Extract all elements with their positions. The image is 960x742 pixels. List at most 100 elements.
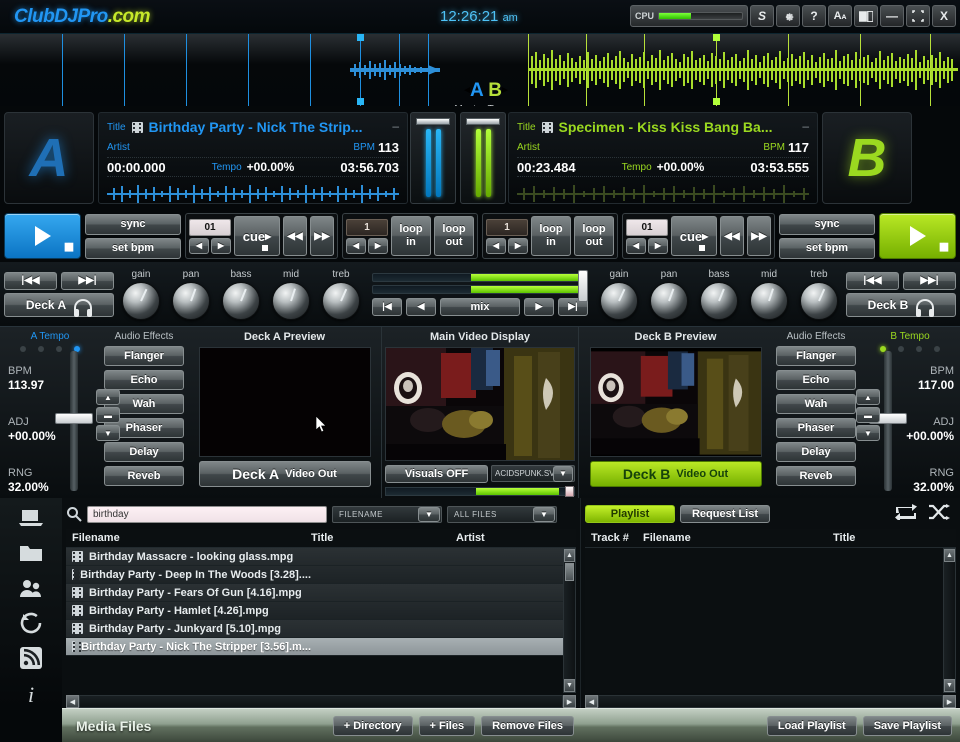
info-icon[interactable]: i	[16, 682, 46, 708]
deck-b-cue-button[interactable]: cue ▶	[671, 216, 717, 256]
deck-b-video-out-button[interactable]: Deck B Video Out	[589, 461, 762, 487]
minimize-button[interactable]: —	[880, 5, 904, 27]
tempo-right-arrow[interactable]: ▸	[502, 84, 508, 96]
playlist-horizontal-scrollbar[interactable]: ◀ ▶	[585, 695, 956, 708]
gain-knob[interactable]	[600, 281, 638, 320]
table-row-selected[interactable]: Birthday Party - Nick The Stripper [3.56…	[66, 638, 563, 656]
font-size-button[interactable]: Aᴀ	[828, 5, 852, 27]
effect-reveb-b[interactable]: Reveb	[776, 466, 856, 486]
bass-knob[interactable]	[222, 281, 260, 320]
loop-next-button[interactable]: ▶	[508, 237, 528, 254]
cue-prev-button[interactable]: ◀	[189, 237, 209, 254]
crossfade-full-a-button[interactable]: |◀	[372, 297, 402, 316]
deck-b-rewind-button[interactable]: ◀◀	[720, 216, 744, 256]
playlist-vertical-scrollbar[interactable]: ▲ ▼	[943, 548, 956, 693]
s-button[interactable]: S	[750, 5, 774, 27]
column-playlist-filename[interactable]: Filename	[643, 532, 833, 544]
maximize-button[interactable]	[906, 5, 930, 27]
master-tempo-b[interactable]: B	[488, 80, 502, 101]
loop-next-button[interactable]: ▶	[368, 237, 388, 254]
table-row[interactable]: Birthday Party - Hamlet [4.26].mpg	[66, 602, 563, 620]
loop-prev-button[interactable]: ◀	[346, 237, 366, 254]
waveform-overview[interactable]: ◂A B▸ Master Tempo A B	[0, 34, 960, 106]
mid-knob[interactable]	[272, 281, 310, 320]
pan-knob[interactable]	[172, 281, 210, 320]
video-crossfade-handle[interactable]	[565, 486, 574, 497]
effect-delay-b[interactable]: Delay	[776, 442, 856, 462]
files-vertical-scrollbar[interactable]: ▲ ▼	[563, 548, 576, 693]
deck-b-setbpm-button[interactable]: set bpm	[779, 237, 875, 259]
deck-b-next-track-button[interactable]: ▶▶|	[903, 271, 956, 290]
chevron-down-icon[interactable]: ▼	[533, 506, 555, 522]
effect-phaser-b[interactable]: Phaser	[776, 418, 856, 438]
scroll-left-button[interactable]: ◀	[585, 695, 598, 708]
tab-playlist[interactable]: Playlist	[585, 505, 675, 523]
shuffle-icon[interactable]	[928, 503, 950, 525]
effect-wah-b[interactable]: Wah	[776, 394, 856, 414]
tempo-down-button[interactable]: ▼	[96, 425, 120, 441]
deck-a-preview-screen[interactable]	[198, 347, 371, 457]
crossfade-step-a-button[interactable]: ◀	[406, 297, 436, 316]
column-title[interactable]: Title	[311, 532, 456, 544]
table-row[interactable]: Birthday Party - Junkyard [5.10].mpg	[66, 620, 563, 638]
effect-echo-b[interactable]: Echo	[776, 370, 856, 390]
cue-prev-button[interactable]: ◀	[626, 237, 646, 254]
scroll-right-button[interactable]: ▶	[563, 695, 576, 708]
deck-b-mini-waveform[interactable]	[517, 181, 809, 207]
folder-icon[interactable]	[16, 541, 46, 564]
search-field-dropdown[interactable]: FILENAME ▼	[332, 505, 442, 523]
deck-b-forward-button[interactable]: ▶▶	[747, 216, 771, 256]
scroll-down-button[interactable]: ▼	[564, 679, 575, 692]
deck-b-headphone-cue-button[interactable]: Deck B	[846, 292, 956, 317]
deck-a-forward-button[interactable]: ▶▶	[310, 216, 334, 256]
master-tempo-a[interactable]: A	[470, 80, 483, 101]
visuals-toggle-button[interactable]: Visuals OFF	[385, 465, 488, 483]
scroll-thumb[interactable]	[565, 563, 574, 581]
deck-b-prev-track-button[interactable]: |◀◀	[846, 271, 899, 290]
treb-knob[interactable]	[800, 281, 838, 320]
search-input[interactable]: birthday	[87, 505, 327, 523]
deck-b-cue-number[interactable]: 01	[626, 218, 668, 236]
crossfader-slider[interactable]	[372, 269, 588, 302]
effect-reveb-a[interactable]: Reveb	[104, 466, 184, 486]
column-artist[interactable]: Artist	[456, 532, 576, 544]
mix-button[interactable]: mix	[440, 297, 520, 316]
deck-b-loop-in-button[interactable]: loop in	[531, 216, 571, 256]
column-playlist-title[interactable]: Title	[833, 532, 956, 544]
deck-b-loop-out-button[interactable]: loop out	[574, 216, 614, 256]
tab-request-list[interactable]: Request List	[680, 505, 770, 523]
scroll-right-button[interactable]: ▶	[943, 695, 956, 708]
scroll-down-button[interactable]: ▼	[944, 679, 955, 692]
deck-a-next-track-button[interactable]: ▶▶|	[61, 271, 114, 290]
repeat-icon[interactable]	[894, 503, 918, 525]
chevron-down-icon[interactable]: ▼	[418, 506, 440, 522]
cue-next-button[interactable]: ▶	[211, 237, 231, 254]
bass-knob[interactable]	[700, 281, 738, 320]
deck-a-collapse-icon[interactable]: –	[392, 119, 399, 133]
help-button[interactable]: ?	[802, 5, 826, 27]
deck-a-video-out-button[interactable]: Deck A Video Out	[198, 461, 371, 487]
scroll-up-button[interactable]: ▲	[944, 549, 955, 562]
deck-a-cue-number[interactable]: 01	[189, 218, 231, 236]
tempo-down-button[interactable]: ▼	[856, 425, 880, 441]
scroll-up-button[interactable]: ▲	[564, 549, 575, 562]
deck-a-cue-button[interactable]: cue ▶	[234, 216, 280, 256]
hscroll-track[interactable]	[598, 695, 943, 708]
column-filename[interactable]: Filename	[66, 532, 311, 544]
files-horizontal-scrollbar[interactable]: ◀ ▶	[66, 695, 576, 708]
deck-a-play-button[interactable]: ▮▮	[4, 213, 81, 259]
deck-a-prev-track-button[interactable]: |◀◀	[4, 271, 57, 290]
hscroll-track[interactable]	[79, 695, 563, 708]
deck-a-setbpm-button[interactable]: set bpm	[85, 237, 181, 259]
scroll-left-button[interactable]: ◀	[66, 695, 79, 708]
gear-button[interactable]	[776, 5, 800, 27]
users-icon[interactable]	[16, 576, 46, 599]
tempo-reset-button[interactable]: ▬	[856, 407, 880, 423]
tempo-reset-button[interactable]: ▬	[96, 407, 120, 423]
gain-knob[interactable]	[122, 281, 160, 320]
loop-prev-button[interactable]: ◀	[486, 237, 506, 254]
deck-a-loop-out-button[interactable]: loop out	[434, 216, 474, 256]
deck-b-preview-screen[interactable]	[589, 347, 762, 457]
master-tempo-ab[interactable]: ◂A B▸	[440, 80, 532, 102]
deck-a-loop-number[interactable]: 1	[346, 218, 388, 236]
